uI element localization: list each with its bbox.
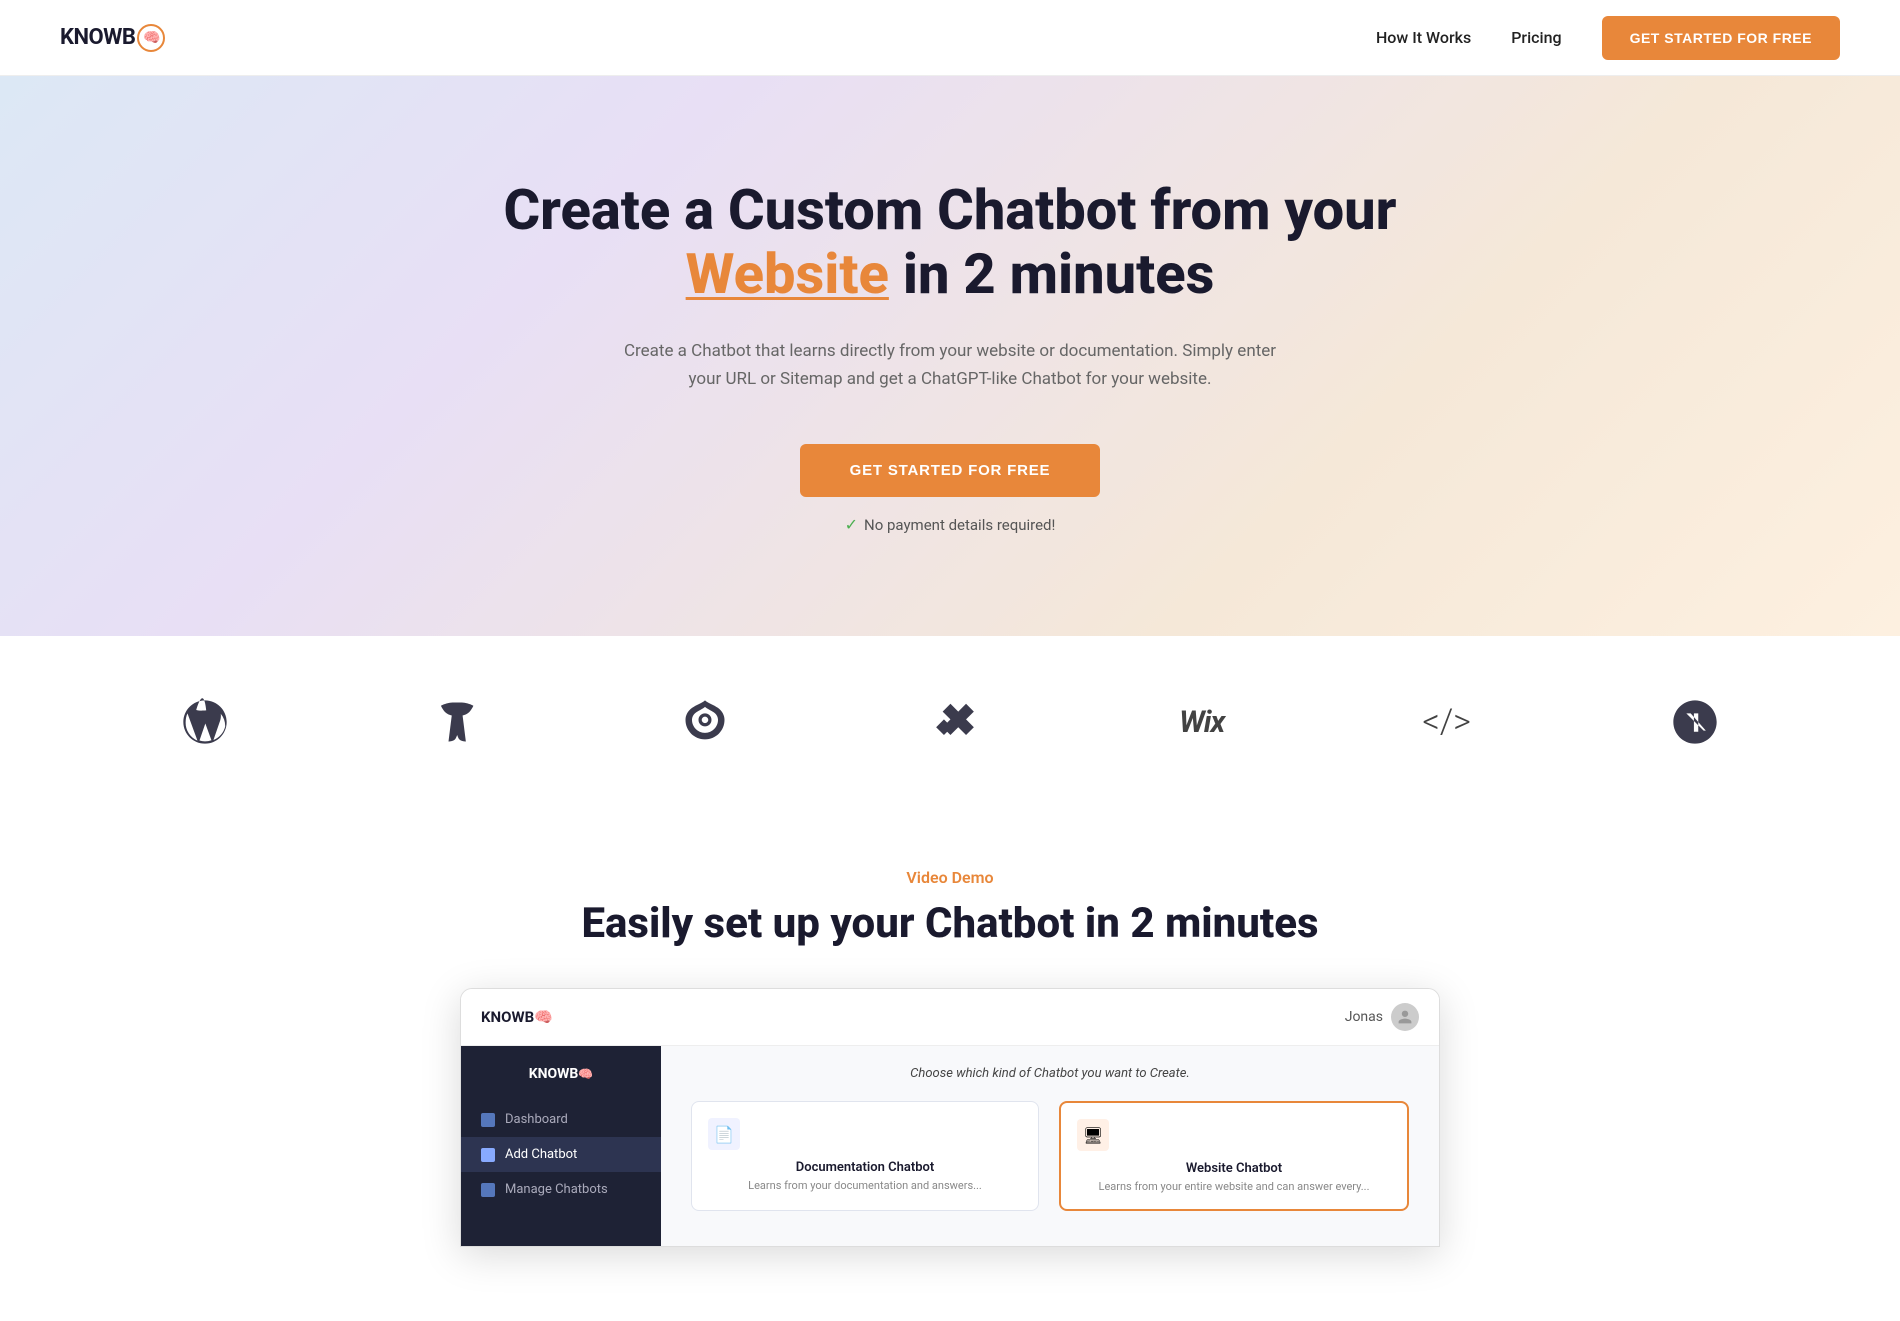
- user-name: Jonas: [1345, 1009, 1383, 1025]
- logos-strip: Wix </>: [0, 636, 1900, 808]
- nextjs-icon: [1669, 696, 1721, 748]
- hero-subtitle: Create a Chatbot that learns directly fr…: [620, 337, 1280, 395]
- nav-links: How It Works Pricing GET STARTED FOR FRE…: [1376, 16, 1840, 60]
- app-screenshot: KNOWB🧠 Jonas KNOWB🧠 Dashboar: [460, 988, 1440, 1247]
- website-icon: 🖥: [1077, 1119, 1109, 1151]
- add-chatbot-icon: [481, 1148, 495, 1162]
- nav-pricing[interactable]: Pricing: [1511, 28, 1561, 47]
- hero-cta-button[interactable]: GET STARTED FOR FREE: [800, 444, 1101, 497]
- wix-text-logo: Wix: [1179, 705, 1224, 740]
- sidebar-logo: KNOWB🧠: [461, 1066, 661, 1102]
- app-sidebar: KNOWB🧠 Dashboard Add Chatbot Manage Chat…: [461, 1046, 661, 1246]
- video-title: Easily set up your Chatbot in 2 minutes: [20, 899, 1880, 948]
- code-icon: </>: [1422, 702, 1471, 742]
- typo3-logo: [429, 696, 481, 748]
- logo-text: KNOWB: [60, 25, 135, 50]
- documentation-card-sub: Learns from your documentation and answe…: [708, 1179, 1022, 1192]
- dashboard-icon: [481, 1113, 495, 1127]
- logo-brain-icon: 🧠: [137, 24, 165, 52]
- documentation-card-title: Documentation Chatbot: [708, 1160, 1022, 1175]
- squarespace-icon: [929, 696, 981, 748]
- app-topbar: KNOWB🧠 Jonas: [461, 989, 1439, 1046]
- app-user: Jonas: [1345, 1003, 1419, 1031]
- navbar: KNOWB 🧠 How It Works Pricing GET STARTED…: [0, 0, 1900, 76]
- wordpress-icon: [179, 696, 231, 748]
- sidebar-item-manage-chatbots[interactable]: Manage Chatbots: [461, 1172, 661, 1207]
- hero-note-text: No payment details required!: [864, 516, 1055, 534]
- sidebar-item-dashboard[interactable]: Dashboard: [461, 1102, 661, 1137]
- hero-title-end: in 2 minutes: [903, 241, 1215, 307]
- app-main: Choose which kind of Chatbot you want to…: [661, 1046, 1439, 1246]
- documentation-icon: 📄: [708, 1118, 740, 1150]
- hero-note: ✓ No payment details required!: [845, 515, 1056, 534]
- website-card-title: Website Chatbot: [1077, 1161, 1391, 1176]
- drupal-logo: [679, 696, 731, 748]
- hero-title-start: Create a Custom Chatbot from your: [503, 177, 1396, 243]
- nav-cta-button[interactable]: GET STARTED FOR FREE: [1602, 16, 1840, 60]
- website-card-sub: Learns from your entire website and can …: [1077, 1180, 1391, 1193]
- squarespace-logo: [929, 696, 981, 748]
- video-label: Video Demo: [20, 868, 1880, 887]
- nav-how-it-works[interactable]: How It Works: [1376, 28, 1471, 47]
- drupal-icon: [679, 696, 731, 748]
- typo3-icon: [429, 696, 481, 748]
- app-logo: KNOWB🧠: [481, 1008, 553, 1026]
- documentation-card[interactable]: 📄 Documentation Chatbot Learns from your…: [691, 1101, 1039, 1211]
- app-prompt-text: Choose which kind of Chatbot you want to…: [691, 1066, 1409, 1081]
- app-cards: 📄 Documentation Chatbot Learns from your…: [691, 1101, 1409, 1211]
- user-avatar: [1391, 1003, 1419, 1031]
- hero-section: Create a Custom Chatbot from your Websit…: [0, 76, 1900, 636]
- sidebar-add-chatbot-label: Add Chatbot: [505, 1147, 577, 1162]
- sidebar-item-add-chatbot[interactable]: Add Chatbot: [461, 1137, 661, 1172]
- custom-code-logo: </>: [1422, 702, 1471, 742]
- video-section: Video Demo Easily set up your Chatbot in…: [0, 808, 1900, 1247]
- wordpress-logo: [179, 696, 231, 748]
- website-card[interactable]: 🖥 Website Chatbot Learns from your entir…: [1059, 1101, 1409, 1211]
- nextjs-logo: [1669, 696, 1721, 748]
- checkmark-icon: ✓: [845, 515, 858, 534]
- manage-chatbots-icon: [481, 1183, 495, 1197]
- app-body: KNOWB🧠 Dashboard Add Chatbot Manage Chat…: [461, 1046, 1439, 1246]
- logo[interactable]: KNOWB 🧠: [60, 24, 165, 52]
- sidebar-dashboard-label: Dashboard: [505, 1112, 568, 1127]
- hero-title: Create a Custom Chatbot from your Websit…: [503, 178, 1396, 307]
- wix-logo: Wix: [1179, 705, 1224, 740]
- sidebar-manage-chatbots-label: Manage Chatbots: [505, 1182, 608, 1197]
- hero-title-highlight: Website: [686, 241, 889, 307]
